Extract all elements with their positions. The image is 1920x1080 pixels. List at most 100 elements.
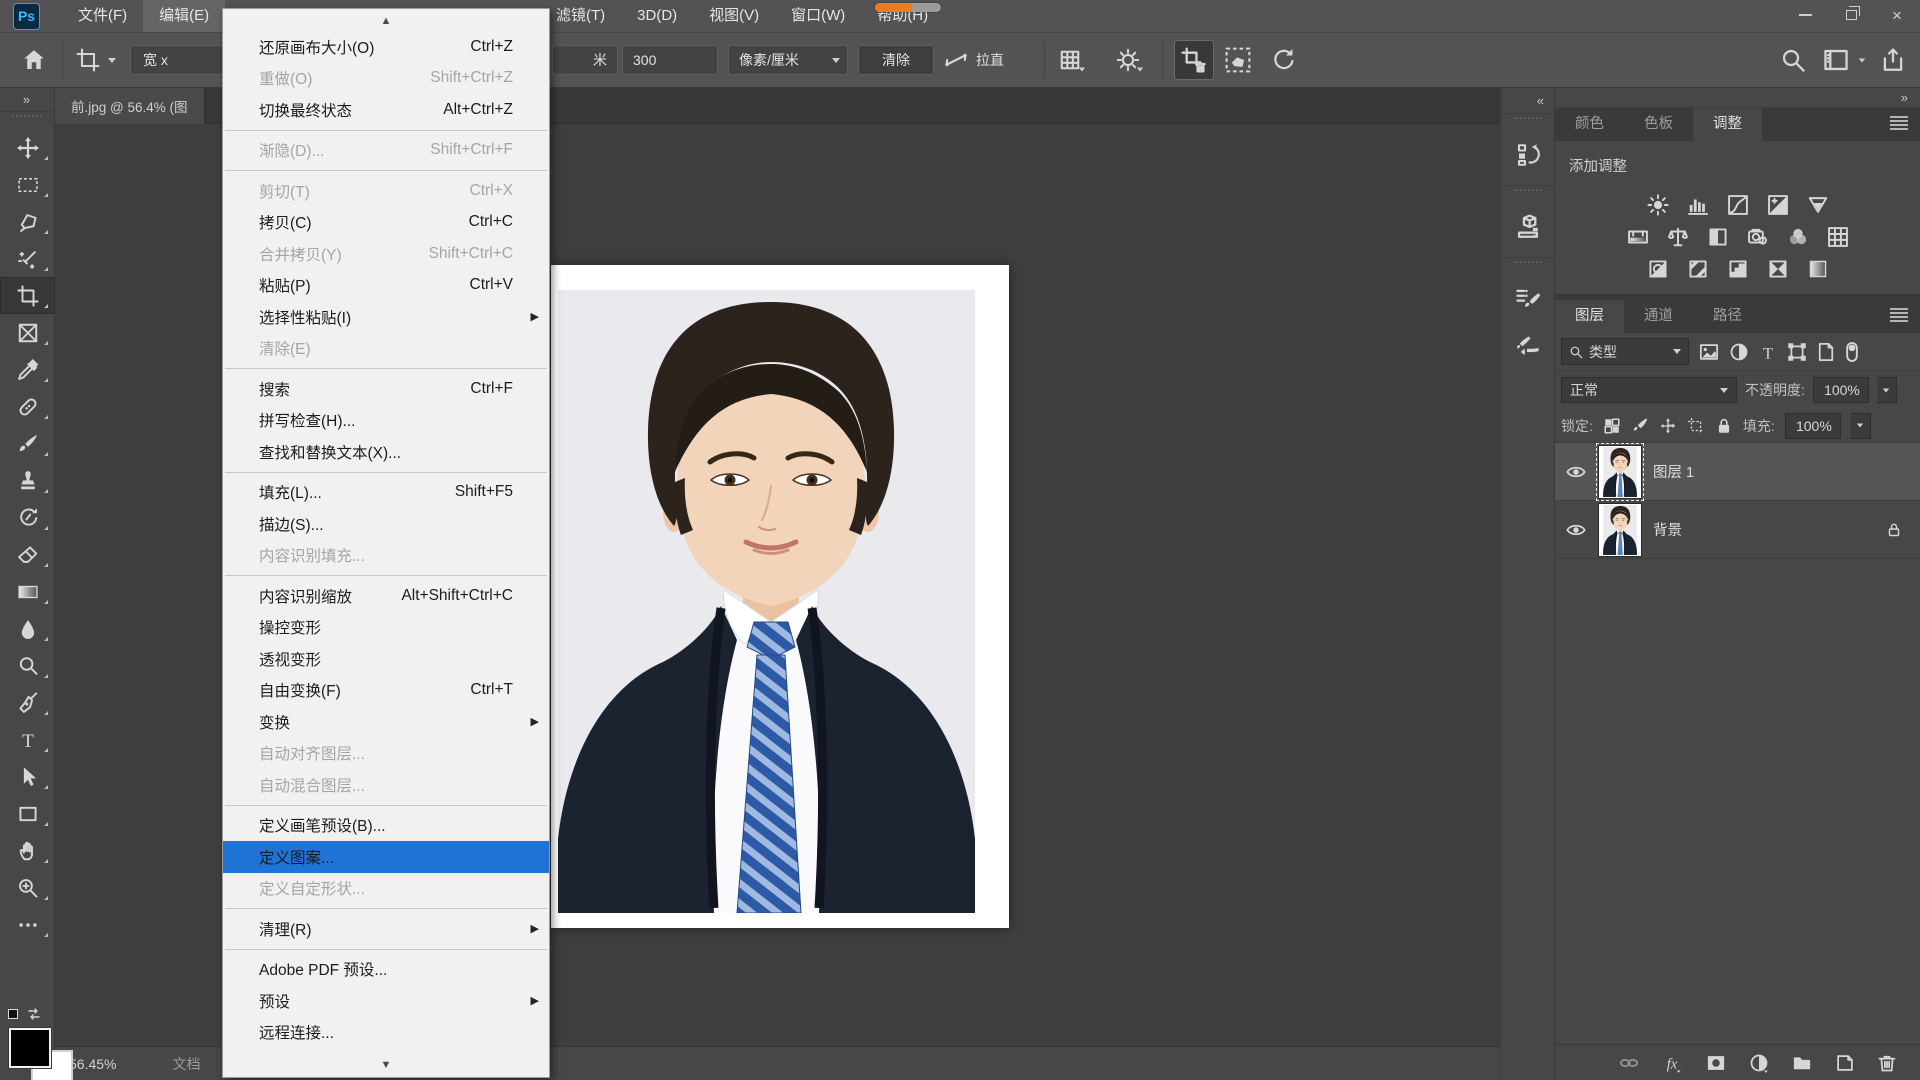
menu-item[interactable]: 清除(E) bbox=[223, 333, 549, 365]
layer-name[interactable]: 背景 bbox=[1653, 519, 1682, 540]
menu-item[interactable]: 搜索 Ctrl+F bbox=[223, 373, 549, 405]
history-panel-button[interactable] bbox=[1501, 131, 1554, 179]
menu-item[interactable]: 选择性粘贴(I) ▶ bbox=[223, 301, 549, 333]
delete-cropped-pixels-toggle[interactable] bbox=[1174, 33, 1214, 87]
invert-icon[interactable] bbox=[1646, 258, 1670, 280]
panel-tab[interactable]: 色板 bbox=[1624, 108, 1693, 141]
menu-item[interactable]: 窗口(W) bbox=[775, 0, 861, 32]
eyedropper-tool[interactable] bbox=[0, 351, 55, 388]
filter-toggle-icon[interactable] bbox=[1845, 341, 1859, 363]
expand-panels-icon[interactable]: « bbox=[1501, 88, 1554, 114]
delete-layer-trash-icon[interactable] bbox=[1877, 1053, 1897, 1073]
spot-healing-brush-tool[interactable] bbox=[0, 388, 55, 425]
crop-tool[interactable] bbox=[0, 277, 55, 314]
menu-item[interactable]: Adobe PDF 预设... bbox=[223, 954, 549, 986]
straighten-button[interactable]: 拉直 bbox=[944, 33, 1004, 87]
marquee-tool[interactable] bbox=[0, 166, 55, 203]
layer-filter-type-dropdown[interactable]: 类型 bbox=[1561, 338, 1689, 365]
blend-mode-dropdown[interactable]: 正常 bbox=[1561, 377, 1737, 403]
black-white-icon[interactable] bbox=[1706, 226, 1730, 248]
menu-item[interactable]: 渐隐(D)... Shift+Ctrl+F bbox=[223, 135, 549, 167]
shape-tool[interactable] bbox=[0, 795, 55, 832]
opacity-dropdown-icon[interactable] bbox=[1877, 377, 1897, 403]
layer-row[interactable]: 背景 bbox=[1555, 501, 1920, 559]
gradient-tool[interactable] bbox=[0, 573, 55, 610]
hand-tool[interactable] bbox=[0, 832, 55, 869]
edit-toolbar-button[interactable] bbox=[0, 906, 55, 943]
new-layer-icon[interactable] bbox=[1835, 1053, 1855, 1073]
frame-tool[interactable] bbox=[0, 314, 55, 351]
layer-row[interactable]: 图层 1 bbox=[1555, 443, 1920, 501]
panel-menu-icon[interactable] bbox=[1890, 306, 1908, 324]
panel-tab[interactable]: 颜色 bbox=[1555, 108, 1624, 141]
filter-type-layers-icon[interactable]: T bbox=[1758, 342, 1778, 362]
visibility-eye-icon[interactable] bbox=[1565, 522, 1587, 538]
pen-tool[interactable] bbox=[0, 684, 55, 721]
menu-item[interactable]: 粘贴(P) Ctrl+V bbox=[223, 270, 549, 302]
restore-button[interactable] bbox=[1828, 0, 1874, 30]
menu-item[interactable]: 自动对齐图层... bbox=[223, 738, 549, 770]
lock-pixels-icon[interactable] bbox=[1631, 417, 1649, 435]
brightness-contrast-icon[interactable] bbox=[1646, 194, 1670, 216]
menu-scroll-down-icon[interactable]: ▼ bbox=[223, 1055, 549, 1075]
collapse-dock-icon[interactable]: » bbox=[1555, 88, 1920, 108]
hue-saturation-icon[interactable] bbox=[1626, 226, 1650, 248]
menu-item[interactable]: 自由变换(F) Ctrl+T bbox=[223, 675, 549, 707]
color-lookup-icon[interactable] bbox=[1826, 226, 1850, 248]
menu-item[interactable]: 查找和替换文本(X)... bbox=[223, 436, 549, 468]
height-input-partial[interactable]: 米 bbox=[552, 33, 618, 87]
search-button[interactable] bbox=[1780, 33, 1806, 87]
menu-item[interactable]: 剪切(T) Ctrl+X bbox=[223, 175, 549, 207]
panel-tab[interactable]: 调整 bbox=[1693, 108, 1762, 141]
menu-item[interactable]: 拷贝(C) Ctrl+C bbox=[223, 207, 549, 239]
fill-dropdown-icon[interactable] bbox=[1851, 413, 1871, 439]
reset-crop-button[interactable] bbox=[1270, 33, 1296, 87]
dodge-tool[interactable] bbox=[0, 647, 55, 684]
overlay-options-button[interactable] bbox=[1058, 33, 1090, 87]
selective-color-icon[interactable] bbox=[1766, 258, 1790, 280]
resolution-unit-dropdown[interactable]: 像素/厘米 bbox=[728, 33, 848, 87]
menu-item[interactable] bbox=[223, 904, 549, 913]
brushes-panel-button[interactable] bbox=[1501, 323, 1554, 371]
expand-tools-icon[interactable]: » bbox=[0, 88, 54, 112]
lock-transparency-icon[interactable] bbox=[1603, 417, 1621, 435]
fill-input[interactable]: 100% bbox=[1785, 413, 1841, 439]
menu-item[interactable]: 内容识别填充... bbox=[223, 540, 549, 572]
layer-thumbnail[interactable] bbox=[1599, 446, 1641, 498]
menu-item[interactable] bbox=[223, 166, 549, 175]
crop-settings-button[interactable] bbox=[1116, 33, 1148, 87]
panel-tab[interactable]: 图层 bbox=[1555, 300, 1624, 333]
type-tool[interactable]: T bbox=[0, 721, 55, 758]
color-balance-icon[interactable] bbox=[1666, 226, 1690, 248]
swap-colors-icon[interactable] bbox=[26, 1006, 42, 1022]
layer-name[interactable]: 图层 1 bbox=[1653, 461, 1694, 482]
layer-thumbnail[interactable] bbox=[1599, 504, 1641, 556]
filter-adjustment-layers-icon[interactable] bbox=[1729, 342, 1749, 362]
menu-item[interactable]: 填充(L)... Shift+F5 bbox=[223, 477, 549, 509]
menu-item[interactable]: 拼写检查(H)... bbox=[223, 405, 549, 437]
menu-item[interactable]: 操控变形 bbox=[223, 612, 549, 644]
blur-tool[interactable] bbox=[0, 610, 55, 647]
content-aware-button[interactable] bbox=[1224, 33, 1252, 87]
panel-tab[interactable]: 路径 bbox=[1693, 300, 1762, 333]
menu-item[interactable]: 编辑(E) bbox=[143, 0, 225, 32]
home-button[interactable] bbox=[22, 33, 46, 87]
filter-shape-layers-icon[interactable] bbox=[1787, 342, 1807, 362]
menu-item[interactable] bbox=[223, 364, 549, 373]
resolution-input[interactable]: 300 bbox=[622, 33, 718, 87]
menu-item[interactable]: 预设 ▶ bbox=[223, 985, 549, 1017]
panel-menu-icon[interactable] bbox=[1890, 114, 1908, 132]
filter-pixel-layers-icon[interactable] bbox=[1698, 342, 1720, 362]
move-tool[interactable] bbox=[0, 129, 55, 166]
foreground-color-swatch[interactable] bbox=[9, 1028, 51, 1068]
link-layers-icon[interactable] bbox=[1619, 1053, 1639, 1073]
menu-item[interactable]: 变换 ▶ bbox=[223, 706, 549, 738]
lock-all-icon[interactable] bbox=[1715, 417, 1733, 435]
magic-wand-tool[interactable] bbox=[0, 240, 55, 277]
menu-item[interactable]: 定义自定形状... bbox=[223, 873, 549, 905]
curves-icon[interactable] bbox=[1726, 194, 1750, 216]
history-brush-tool[interactable] bbox=[0, 499, 55, 536]
menu-item[interactable]: 重做(O) Shift+Ctrl+Z bbox=[223, 63, 549, 95]
clear-button[interactable]: 清除 bbox=[858, 33, 934, 87]
add-mask-icon[interactable] bbox=[1705, 1053, 1727, 1073]
